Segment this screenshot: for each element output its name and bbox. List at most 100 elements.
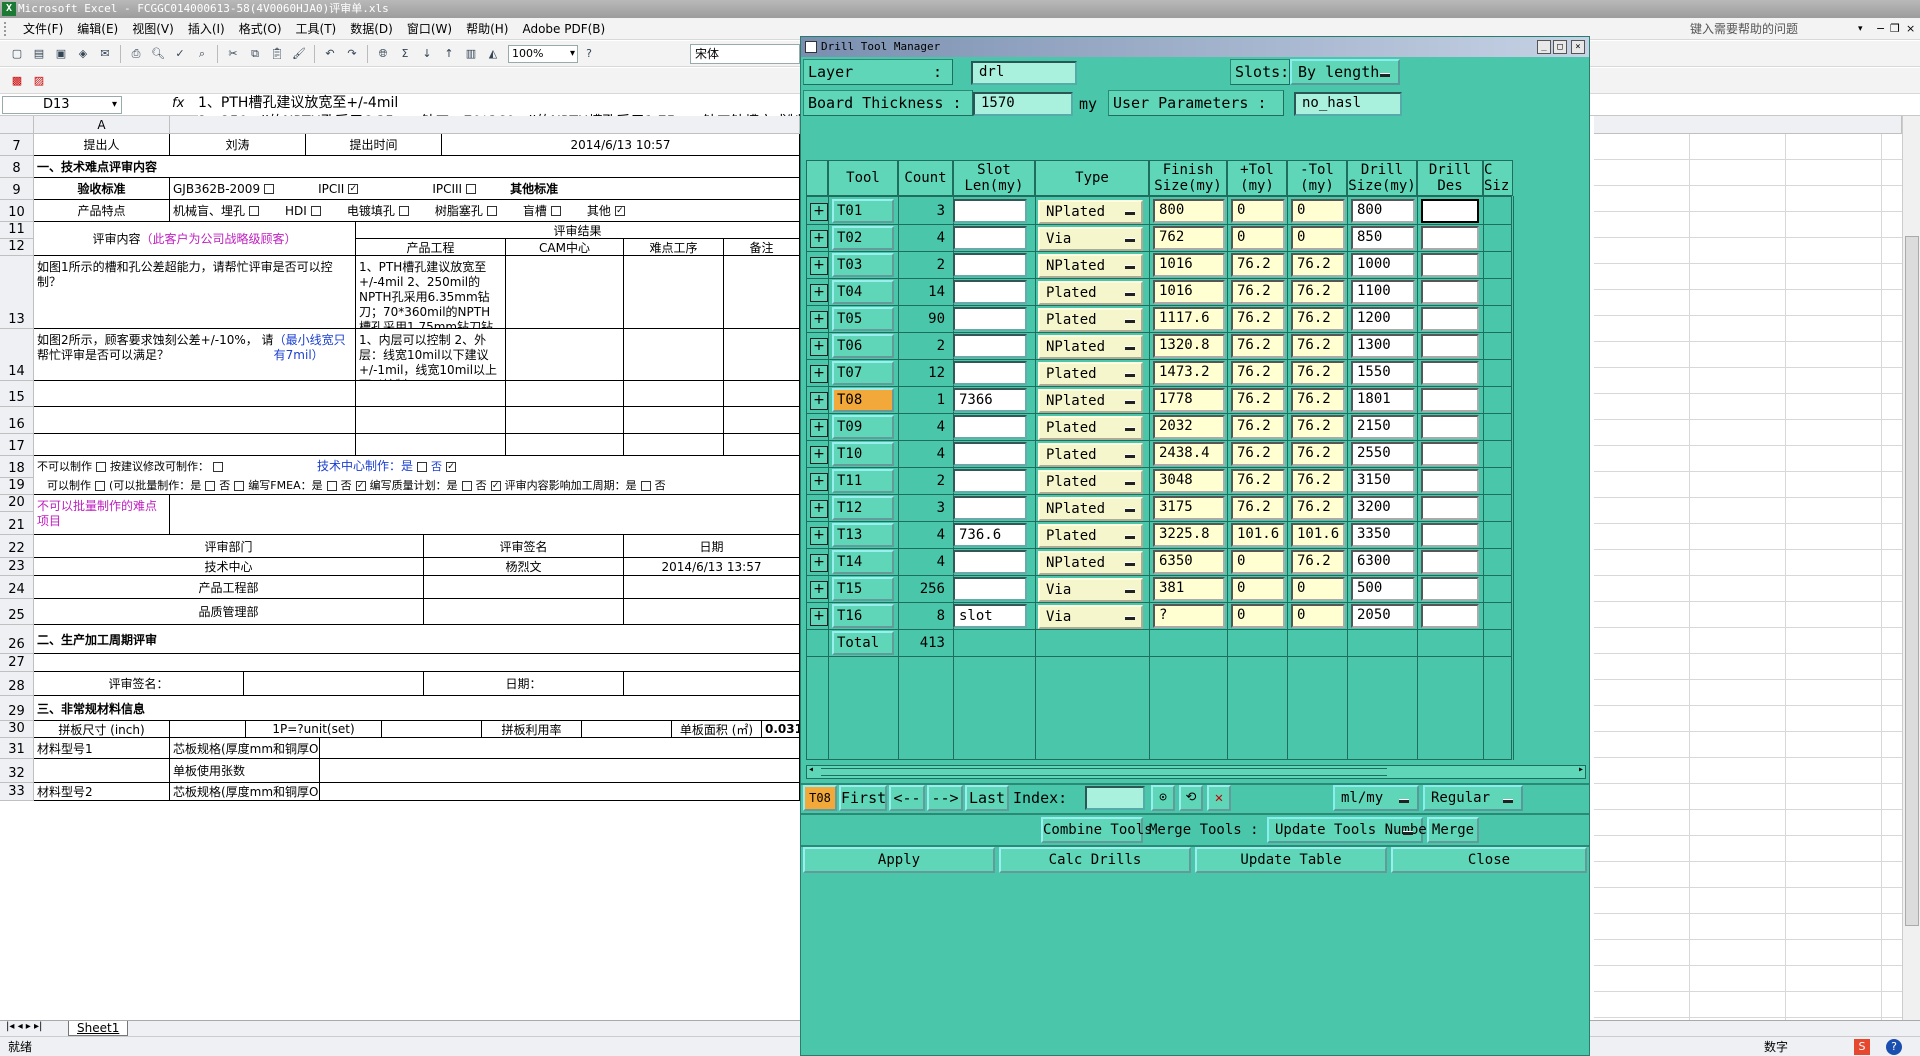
drill-input[interactable]: 2050 [1351, 604, 1415, 628]
sheet-cell[interactable] [382, 721, 482, 738]
sheet-cell[interactable]: 产品特点 [34, 200, 170, 222]
header-slot-len[interactable]: Slot Len(my) [953, 160, 1035, 196]
sheet-cell[interactable] [170, 721, 246, 738]
sheet-cell[interactable] [320, 738, 800, 759]
row-header[interactable]: 12 [0, 239, 34, 256]
sheet-cell[interactable]: 提出人 [34, 134, 170, 156]
sheet-cell[interactable]: 技术中心 [34, 558, 424, 576]
finish-input[interactable]: 3048 [1153, 469, 1225, 493]
slot-len-input[interactable] [953, 253, 1027, 277]
checkbox-icon[interactable] [264, 183, 275, 194]
mtol-input[interactable]: 76.2 [1291, 442, 1345, 466]
row-expand-icon[interactable]: + [810, 500, 828, 518]
sheet-cell[interactable]: 提出时间 [306, 134, 442, 156]
cut-icon[interactable]: ✂ [224, 45, 242, 63]
checkbox-icon[interactable] [486, 205, 497, 216]
tool-name-button[interactable]: T02 [832, 226, 894, 250]
sheet-cell[interactable] [506, 434, 624, 456]
clear-icon[interactable]: ✕ [1207, 785, 1231, 811]
ptol-input[interactable]: 0 [1231, 550, 1285, 574]
tool-name-button[interactable]: T15 [832, 577, 894, 601]
type-dropdown[interactable]: NPlated [1038, 254, 1143, 278]
row-header[interactable]: 14 [0, 329, 34, 381]
scroll-left-icon[interactable]: ◂ [808, 764, 814, 775]
row-expand-icon[interactable]: + [810, 419, 828, 437]
drill-des-input[interactable] [1421, 496, 1479, 520]
checkbox-icon[interactable] [234, 481, 245, 491]
drill-input[interactable]: 850 [1351, 226, 1415, 250]
mode-dropdown[interactable]: Regular [1423, 785, 1523, 811]
row-expand-icon[interactable]: + [810, 203, 828, 221]
ptol-input[interactable]: 76.2 [1231, 307, 1285, 331]
header-finish-size[interactable]: Finish Size(my) [1149, 160, 1227, 196]
sheet-tab-sheet1[interactable]: Sheet1 [68, 1021, 129, 1036]
drill-des-input[interactable] [1421, 226, 1479, 250]
sheet-cell[interactable] [356, 381, 506, 407]
slot-len-input[interactable] [953, 496, 1027, 520]
sheet-cell[interactable]: 日期 [624, 535, 800, 558]
checkbox-icon[interactable] [550, 205, 561, 216]
sheet-cell[interactable] [320, 783, 800, 801]
sheet-cell[interactable]: 2014/6/13 13:57 [624, 558, 800, 576]
row-expand-icon[interactable]: + [810, 392, 828, 410]
menu-item-7[interactable]: 窗口(W) [400, 18, 459, 40]
sheet-cell[interactable] [34, 759, 170, 783]
drill-input[interactable]: 1300 [1351, 334, 1415, 358]
sheet-cell[interactable]: 如图2所示，顾客要求蚀刻公差+/-10%， 请帮忙评审是否可以满足？ （最小线宽只… [34, 329, 356, 381]
sheet-cell[interactable] [244, 672, 424, 696]
help-search-input[interactable]: 键入需要帮助的问题 [1690, 20, 1860, 38]
row-header[interactable]: 9 [0, 178, 34, 200]
mtol-input[interactable]: 0 [1291, 577, 1345, 601]
sheet-cell[interactable]: 机械盲、埋孔 HDI 电镀填孔 树脂塞孔 盲槽 其他 ✓ [170, 200, 800, 222]
sheet-cell[interactable] [170, 495, 800, 535]
checkbox-icon[interactable] [96, 462, 106, 472]
sheet-cell[interactable]: 材料型号1 [34, 738, 170, 759]
row-expand-icon[interactable]: + [810, 257, 828, 275]
mtol-input[interactable]: 101.6 [1291, 523, 1345, 547]
copy-icon[interactable]: ⧉ [246, 45, 264, 63]
row-header[interactable]: 17 [0, 434, 34, 456]
checkbox-icon[interactable] [213, 462, 223, 472]
sheet-cell[interactable]: 刘涛 [170, 134, 306, 156]
drill-des-input[interactable] [1421, 604, 1479, 628]
sheet-cell[interactable]: 拼板利用率 [482, 721, 582, 738]
row-header[interactable]: 21 [0, 512, 34, 535]
row-header[interactable]: 31 [0, 738, 34, 759]
type-dropdown[interactable]: Plated [1038, 308, 1143, 332]
open-icon[interactable]: ▤ [30, 45, 48, 63]
finish-input[interactable]: 1473.2 [1153, 361, 1225, 385]
drill-des-input[interactable] [1421, 307, 1479, 331]
sheet-cell[interactable]: CAM中心 [506, 239, 624, 256]
sheet-cell[interactable] [724, 381, 800, 407]
dtm-close-icon[interactable]: × [1571, 40, 1585, 54]
drill-des-input[interactable] [1421, 280, 1479, 304]
checkbox-icon[interactable]: ✓ [348, 183, 359, 194]
units-dropdown[interactable]: ml/my [1333, 785, 1419, 811]
sheet-cell[interactable] [624, 407, 724, 434]
slot-len-input[interactable] [953, 415, 1027, 439]
prev-button[interactable]: <-- [889, 785, 925, 811]
drill-des-input[interactable] [1421, 469, 1479, 493]
redo-icon[interactable]: ↷ [343, 45, 361, 63]
checkbox-icon[interactable] [461, 481, 472, 491]
finish-input[interactable]: 800 [1153, 199, 1225, 223]
tool-name-button[interactable]: T05 [832, 307, 894, 331]
drill-input[interactable]: 3200 [1351, 496, 1415, 520]
finish-input[interactable]: ? [1153, 604, 1225, 628]
drill-des-input[interactable] [1421, 415, 1479, 439]
update-tools-numbers-dropdown[interactable]: Update Tools Numbers [1267, 817, 1444, 843]
tool-name-button[interactable]: T11 [832, 469, 894, 493]
header-minus-tol[interactable]: -Tol (my) [1287, 160, 1347, 196]
formula-line-1[interactable]: 1、PTH槽孔建议放宽至+/-4mil [198, 92, 398, 112]
tool-name-button[interactable]: T07 [832, 361, 894, 385]
new-icon[interactable]: ▢ [8, 45, 26, 63]
checkbox-icon[interactable] [95, 481, 105, 491]
row-expand-icon[interactable]: + [810, 554, 828, 572]
checkbox-icon[interactable] [310, 205, 321, 216]
row-header[interactable]: 8 [0, 156, 34, 178]
ptol-input[interactable]: 76.2 [1231, 334, 1285, 358]
checkbox-icon[interactable] [249, 205, 260, 216]
menu-item-4[interactable]: 格式(O) [232, 18, 289, 40]
drill-input[interactable]: 3350 [1351, 523, 1415, 547]
sheet-cell[interactable] [506, 407, 624, 434]
